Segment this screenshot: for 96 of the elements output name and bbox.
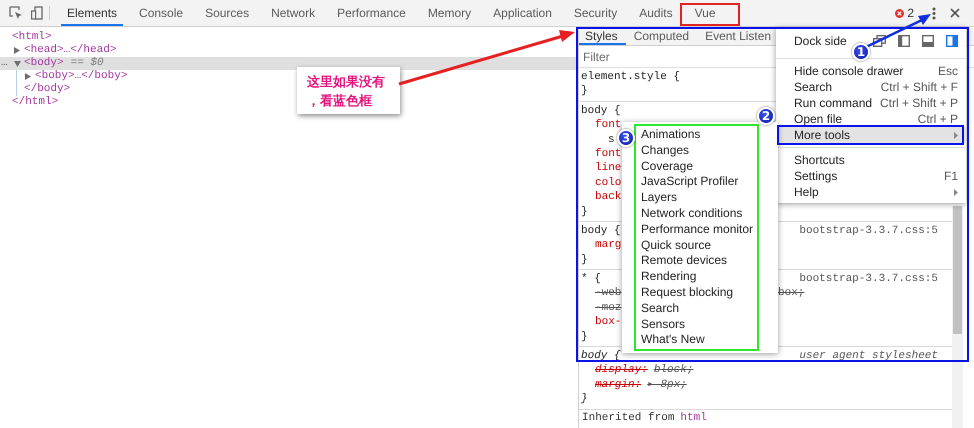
- element-link[interactable]: html: [680, 412, 707, 424]
- pane-tab[interactable]: Computed: [626, 28, 698, 45]
- menu-item[interactable]: Run command Ctrl + Shift + P: [776, 95, 966, 111]
- menu-item[interactable]: Hide console drawer Esc: [776, 63, 966, 79]
- css-value: s: [608, 134, 615, 146]
- menu-item[interactable]: Help: [776, 184, 966, 200]
- shortcut-label: Ctrl + Shift + P: [880, 96, 958, 110]
- menu-item[interactable]: Layers: [641, 190, 678, 206]
- element-tag: <html>: [12, 31, 52, 44]
- menu-item[interactable]: Rendering: [641, 269, 696, 285]
- brace: }: [581, 84, 588, 99]
- element-tag: </html>: [12, 96, 58, 109]
- row-actions-button[interactable]: …: [1, 57, 8, 70]
- panel-tab[interactable]: Security: [568, 2, 624, 26]
- shortcut-label: F1: [944, 169, 958, 183]
- step-badge: 2: [757, 107, 775, 125]
- menu-item[interactable]: Network conditions: [641, 206, 742, 222]
- panel-tab[interactable]: Elements: [61, 2, 124, 26]
- css-value: block;: [654, 364, 694, 376]
- menu-item[interactable]: What's New: [641, 332, 705, 348]
- panel-tab[interactable]: Vue: [688, 2, 722, 26]
- source-link[interactable]: bootstrap-3.3.7.css:5: [799, 224, 952, 238]
- pane-tab[interactable]: Styles: [579, 28, 626, 45]
- css-property: box-: [595, 315, 622, 330]
- scrollbar-thumb[interactable]: [953, 206, 962, 334]
- menu-item[interactable]: More tools: [776, 127, 966, 143]
- element-tag: <body>: [24, 57, 64, 70]
- element-tag: </body>: [24, 83, 70, 96]
- panel-tab[interactable]: Memory: [422, 2, 478, 26]
- collapsed-triangle-icon[interactable]: [14, 47, 20, 54]
- menu-item[interactable]: Quick source: [641, 238, 712, 254]
- css-selector: body {: [581, 350, 621, 362]
- panel-tab[interactable]: Audits: [633, 2, 679, 26]
- menu-item[interactable]: Settings F1: [776, 168, 966, 184]
- menu-item[interactable]: JavaScript Profiler: [641, 174, 738, 190]
- inspect-icon[interactable]: [9, 6, 23, 20]
- menu-item[interactable]: Sensors: [641, 316, 686, 332]
- panel-tab[interactable]: Performance: [331, 2, 412, 26]
- shortcut-label: Esc: [938, 64, 958, 78]
- source-link[interactable]: bootstrap-3.3.7.css:5: [799, 272, 952, 286]
- brace: }: [581, 392, 588, 407]
- shortcut-label: Ctrl + P: [918, 112, 958, 126]
- dock-bottom-icon[interactable]: [922, 35, 934, 47]
- menu-item[interactable]: Search Ctrl + Shift + F: [776, 79, 966, 95]
- css-property: -moz: [595, 300, 622, 316]
- dock-undock-icon[interactable]: [873, 35, 886, 47]
- menu-item[interactable]: Shortcuts: [776, 152, 966, 168]
- css-property: back: [595, 190, 622, 205]
- tree-row[interactable]: … <body> == $0: [0, 57, 578, 70]
- dock-right-icon[interactable]: [946, 35, 958, 47]
- menu-item[interactable]: Changes: [641, 142, 690, 159]
- menu-item[interactable]: Remote devices: [641, 253, 728, 270]
- css-property: font: [595, 146, 622, 162]
- selected-marker: == $0: [70, 57, 104, 70]
- scrollbar[interactable]: [952, 206, 963, 428]
- section-label: Inherited from: [582, 412, 674, 424]
- css-selector: body {: [581, 104, 621, 117]
- menu-item[interactable]: Coverage: [641, 158, 694, 174]
- shortcut-label: Ctrl + Shift + F: [880, 80, 958, 94]
- step-badge: 3: [617, 129, 635, 147]
- brace: }: [581, 204, 588, 219]
- collapsed-triangle-icon[interactable]: [25, 73, 31, 80]
- menu-item[interactable]: Request blocking: [641, 284, 734, 301]
- menu-label: Dock side: [794, 34, 847, 48]
- callout-text: 这里如果没有，看蓝色框: [307, 74, 386, 111]
- css-property: -web: [595, 286, 622, 301]
- panel-tab[interactable]: Application: [487, 2, 558, 26]
- css-selector: * {: [581, 273, 601, 286]
- panel-tab[interactable]: Network: [265, 2, 322, 26]
- device-toolbar-icon[interactable]: [31, 6, 43, 20]
- stylesheet-label: user agent stylesheet: [799, 349, 939, 364]
- expanded-triangle-icon[interactable]: [14, 60, 21, 66]
- css-selector: element.style {: [581, 71, 680, 83]
- error-icon[interactable]: [895, 8, 904, 18]
- dock-left-icon[interactable]: [898, 35, 910, 47]
- css-value: box;: [778, 286, 804, 301]
- css-property: margin:: [595, 378, 642, 391]
- close-icon[interactable]: [950, 8, 960, 18]
- menu-icon[interactable]: [932, 6, 936, 20]
- filter-field[interactable]: Filter: [579, 50, 743, 64]
- brace: }: [581, 252, 588, 268]
- menu-item[interactable]: Animations: [641, 127, 700, 143]
- panel-tab[interactable]: Sources: [199, 2, 256, 26]
- menu-item[interactable]: Open file Ctrl + P: [776, 111, 966, 127]
- css-selector: body {: [581, 224, 621, 237]
- panel-tab[interactable]: Console: [133, 2, 190, 26]
- menu-item[interactable]: Search: [641, 300, 680, 317]
- css-property: marg: [595, 238, 622, 253]
- css-property: colo: [595, 176, 622, 190]
- menu-item[interactable]: Performance monitor: [641, 222, 754, 238]
- css-property: line: [595, 161, 622, 176]
- brace: }: [581, 330, 588, 344]
- css-property: display:: [595, 364, 648, 376]
- pane-tab[interactable]: Event Listen: [697, 28, 772, 45]
- error-count[interactable]: 2: [907, 6, 914, 20]
- css-value: ▸ 8px;: [647, 378, 687, 391]
